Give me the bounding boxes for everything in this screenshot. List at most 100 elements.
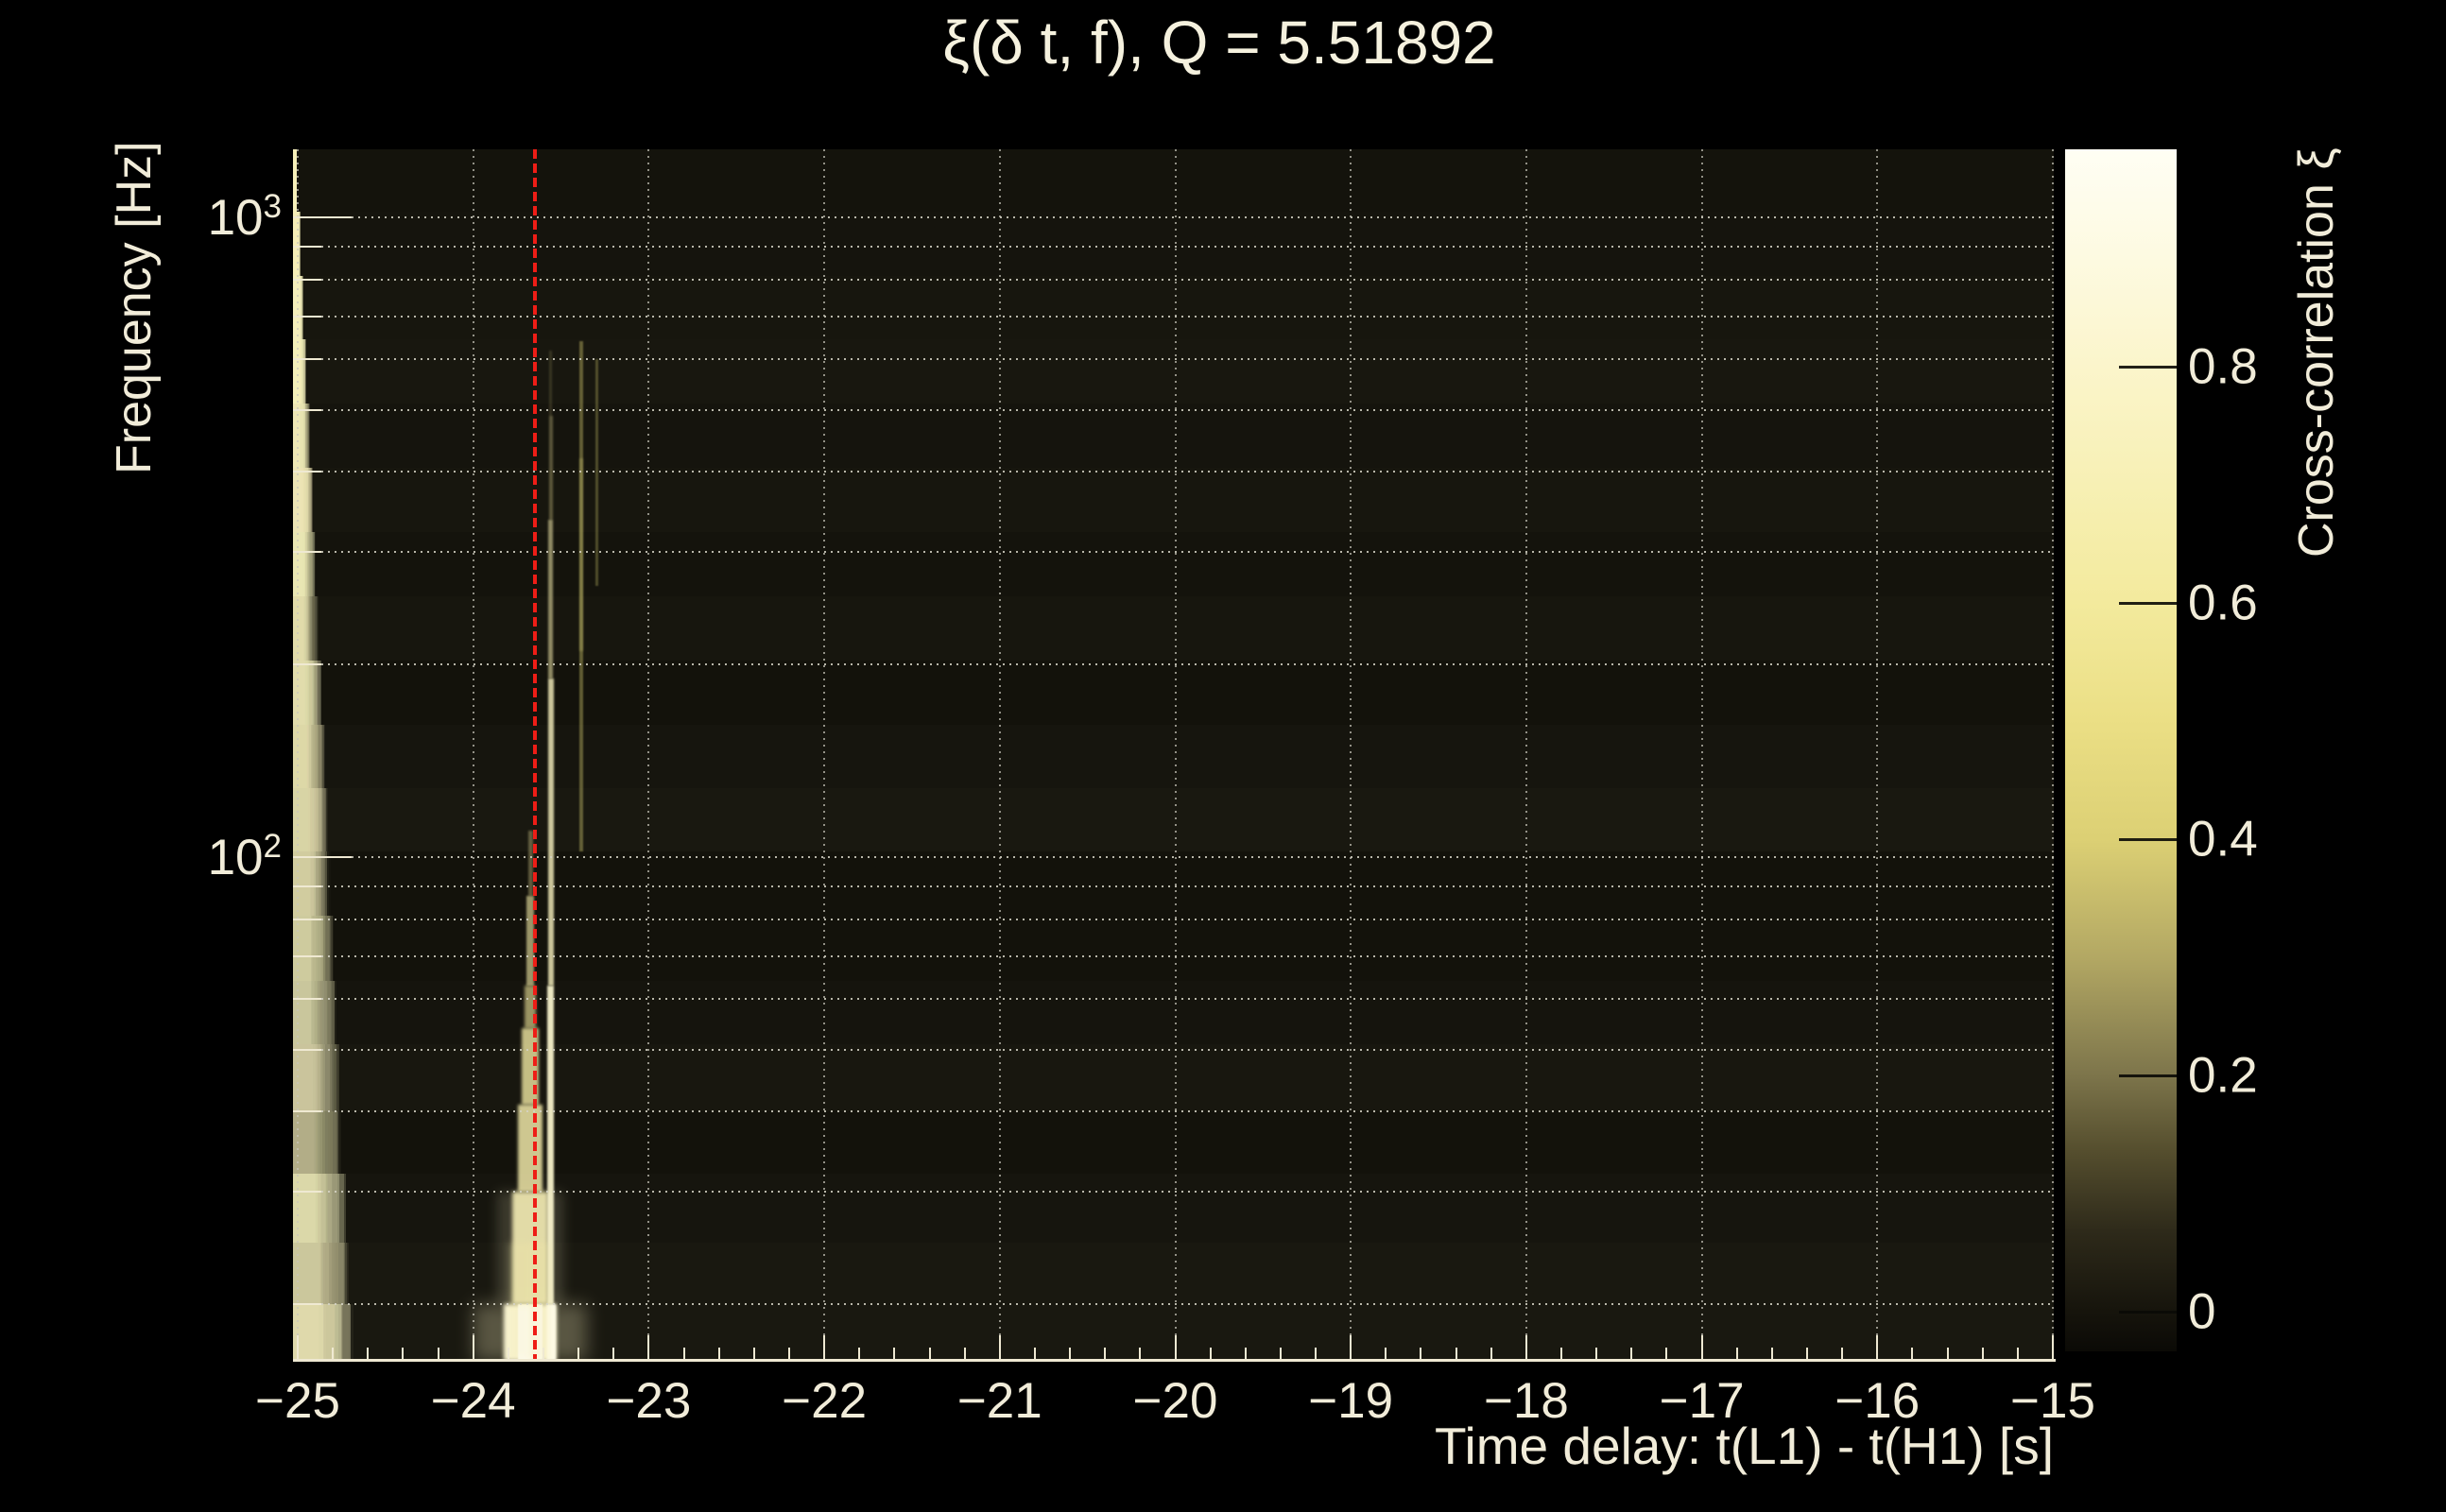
x-axis-line [293,1359,2056,1362]
colorbar-tick [2119,365,2177,369]
x-major-tick [1700,1335,1703,1361]
y-tick [293,471,321,473]
y-tick [293,663,321,666]
y-gridline [352,856,2054,858]
x-major-tick [1174,1335,1177,1361]
x-tick-label: −23 [606,1373,692,1429]
colorbar-tick [2119,601,2177,605]
y-tick [293,998,321,1001]
heatmap-tile-row [293,981,2054,1044]
heatmap-tile-row [293,596,2054,661]
heatmap-tile-row [293,212,2054,276]
y-tick [293,245,321,248]
time-delay-marker-line [532,149,537,1361]
y-gridline [321,918,2054,920]
y-tick [293,278,321,281]
y-tick [293,856,352,858]
x-tick-label: −22 [782,1373,868,1429]
colorbar-tick [2119,1074,2177,1077]
correlation-ridge [548,415,553,520]
figure: ξ(δ t, f), Q = 5.51892 Frequency [Hz] Ti… [0,0,2446,1512]
heatmap-tile-row [293,468,2054,532]
y-tick [293,408,321,411]
y-tick-base: 10 [207,190,264,246]
y-gridline [321,358,2054,361]
colorbar-tick-label: 0.8 [2188,338,2258,395]
x-tick-label: −17 [1659,1373,1745,1429]
heatmap-tile [293,532,306,595]
x-gridline [1700,149,1703,1361]
y-gridline [321,1048,2054,1051]
x-major-tick [998,1335,1001,1361]
heatmap-tile-row [293,916,2054,981]
y-gridline [321,278,2054,281]
y-gridline [321,245,2054,248]
correlation-ridge [518,1105,543,1192]
y-tick-label: 102 [208,828,282,886]
y-tick [293,918,321,920]
x-gridline [647,149,650,1361]
y-axis-title: Frequency [Hz] [107,141,162,474]
y-tick [293,885,321,887]
heatmap-plot-area [293,149,2054,1361]
x-major-tick [472,1335,474,1361]
y-gridline [321,663,2054,666]
colorbar-tick [2119,1310,2177,1314]
y-tick-exponent: 2 [263,828,282,865]
y-tick-base: 10 [207,830,264,885]
colorbar [2065,149,2177,1351]
y-tick [293,1303,321,1306]
correlation-ridge [548,519,554,679]
heatmap-tile-row [293,532,2054,595]
y-tick [293,550,321,553]
x-major-tick [2052,1335,2054,1361]
x-tick-label: −20 [1132,1373,1218,1429]
heatmap-tile-row [293,149,2054,212]
heatmap-tile-row [293,1111,2054,1174]
y-tick [293,1048,321,1051]
x-gridline [2052,149,2054,1361]
x-tick-label: −25 [255,1373,340,1429]
y-tick [293,1190,321,1193]
y-gridline [321,998,2054,1001]
colorbar-tick [2119,837,2177,841]
colorbar-tick-label: 0 [2188,1283,2216,1340]
x-gridline [1174,149,1177,1361]
y-tick [293,315,321,318]
x-gridline [998,149,1001,1361]
colorbar-tick-label: 0.2 [2188,1047,2258,1104]
correlation-ridge [547,679,554,986]
chart-title: ξ(δ t, f), Q = 5.51892 [942,9,1496,77]
heatmap-tile [293,1243,334,1305]
heatmap-tile [293,403,308,469]
x-gridline [1524,149,1527,1361]
colorbar-tick-label: 0.4 [2188,811,2258,868]
heatmap-tile-row [293,276,2054,339]
x-tick-label: −24 [430,1373,516,1429]
y-tick [293,358,321,361]
colorbar-tick-label: 0.6 [2188,575,2258,631]
x-tick-label: −15 [2010,1373,2095,1429]
x-tick-label: −16 [1834,1373,1921,1429]
heatmap-tile-row [293,725,2054,788]
x-major-tick [297,1335,299,1361]
heatmap-tile [293,149,296,213]
y-tick [293,1110,321,1113]
x-gridline [1876,149,1879,1361]
y-gridline [321,1303,2054,1306]
x-tick-label: −21 [956,1373,1042,1429]
y-gridline [321,885,2054,887]
heatmap-tile [293,661,311,725]
x-gridline [1350,149,1352,1361]
x-major-tick [647,1335,650,1361]
correlation-ridge [508,1242,533,1361]
x-gridline [472,149,474,1361]
x-major-tick [1524,1335,1527,1361]
x-gridline [297,149,299,1361]
x-major-tick [1876,1335,1879,1361]
y-tick [293,954,321,957]
x-tick-label: −19 [1308,1373,1394,1429]
y-gridline [321,408,2054,411]
heatmap-tile-row [293,404,2054,468]
x-gridline [823,149,826,1361]
